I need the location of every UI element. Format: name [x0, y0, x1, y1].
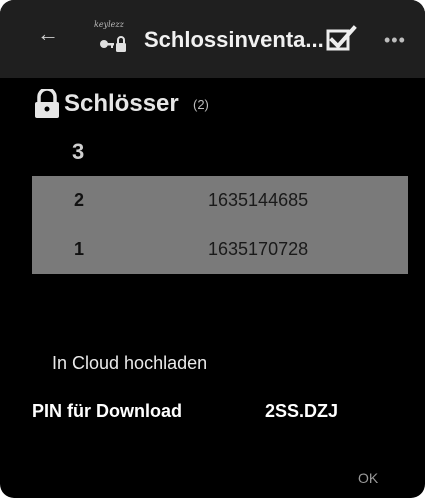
lock-icon: [35, 89, 59, 118]
app-logo: keylezz: [92, 20, 138, 64]
upload-to-cloud-button[interactable]: In Cloud hochladen: [52, 353, 207, 374]
section-count: (2): [193, 97, 209, 112]
app-bar: ← keylezz Schlossinventa... •••: [0, 0, 425, 78]
locks-table: 2 1635144685 1 1635170728: [32, 176, 408, 274]
row-value: 1635170728: [208, 239, 309, 259]
header-value: 3: [72, 139, 85, 164]
row-index: 2: [74, 190, 85, 210]
key-lock-logo-icon: [100, 36, 126, 52]
row-value: 1635144685: [208, 190, 309, 210]
back-arrow-icon[interactable]: ←: [36, 22, 60, 46]
ok-button[interactable]: OK: [358, 470, 378, 486]
page-title: Schlossinventa...: [144, 27, 324, 52]
section-title: Schlösser: [64, 90, 179, 117]
check-square-icon[interactable]: [325, 22, 359, 56]
pin-value: 2SS.DZJ: [265, 401, 339, 421]
logo-text: keylezz: [94, 20, 124, 29]
pin-label: PIN für Download: [32, 401, 182, 421]
more-dots-icon[interactable]: •••: [384, 30, 414, 50]
table-row[interactable]: 1 1635170728: [32, 225, 408, 274]
table-row[interactable]: 2 1635144685: [32, 176, 408, 225]
row-index: 1: [74, 239, 85, 259]
app-window: ← keylezz Schlossinventa... ••• Schlösse…: [0, 0, 425, 498]
